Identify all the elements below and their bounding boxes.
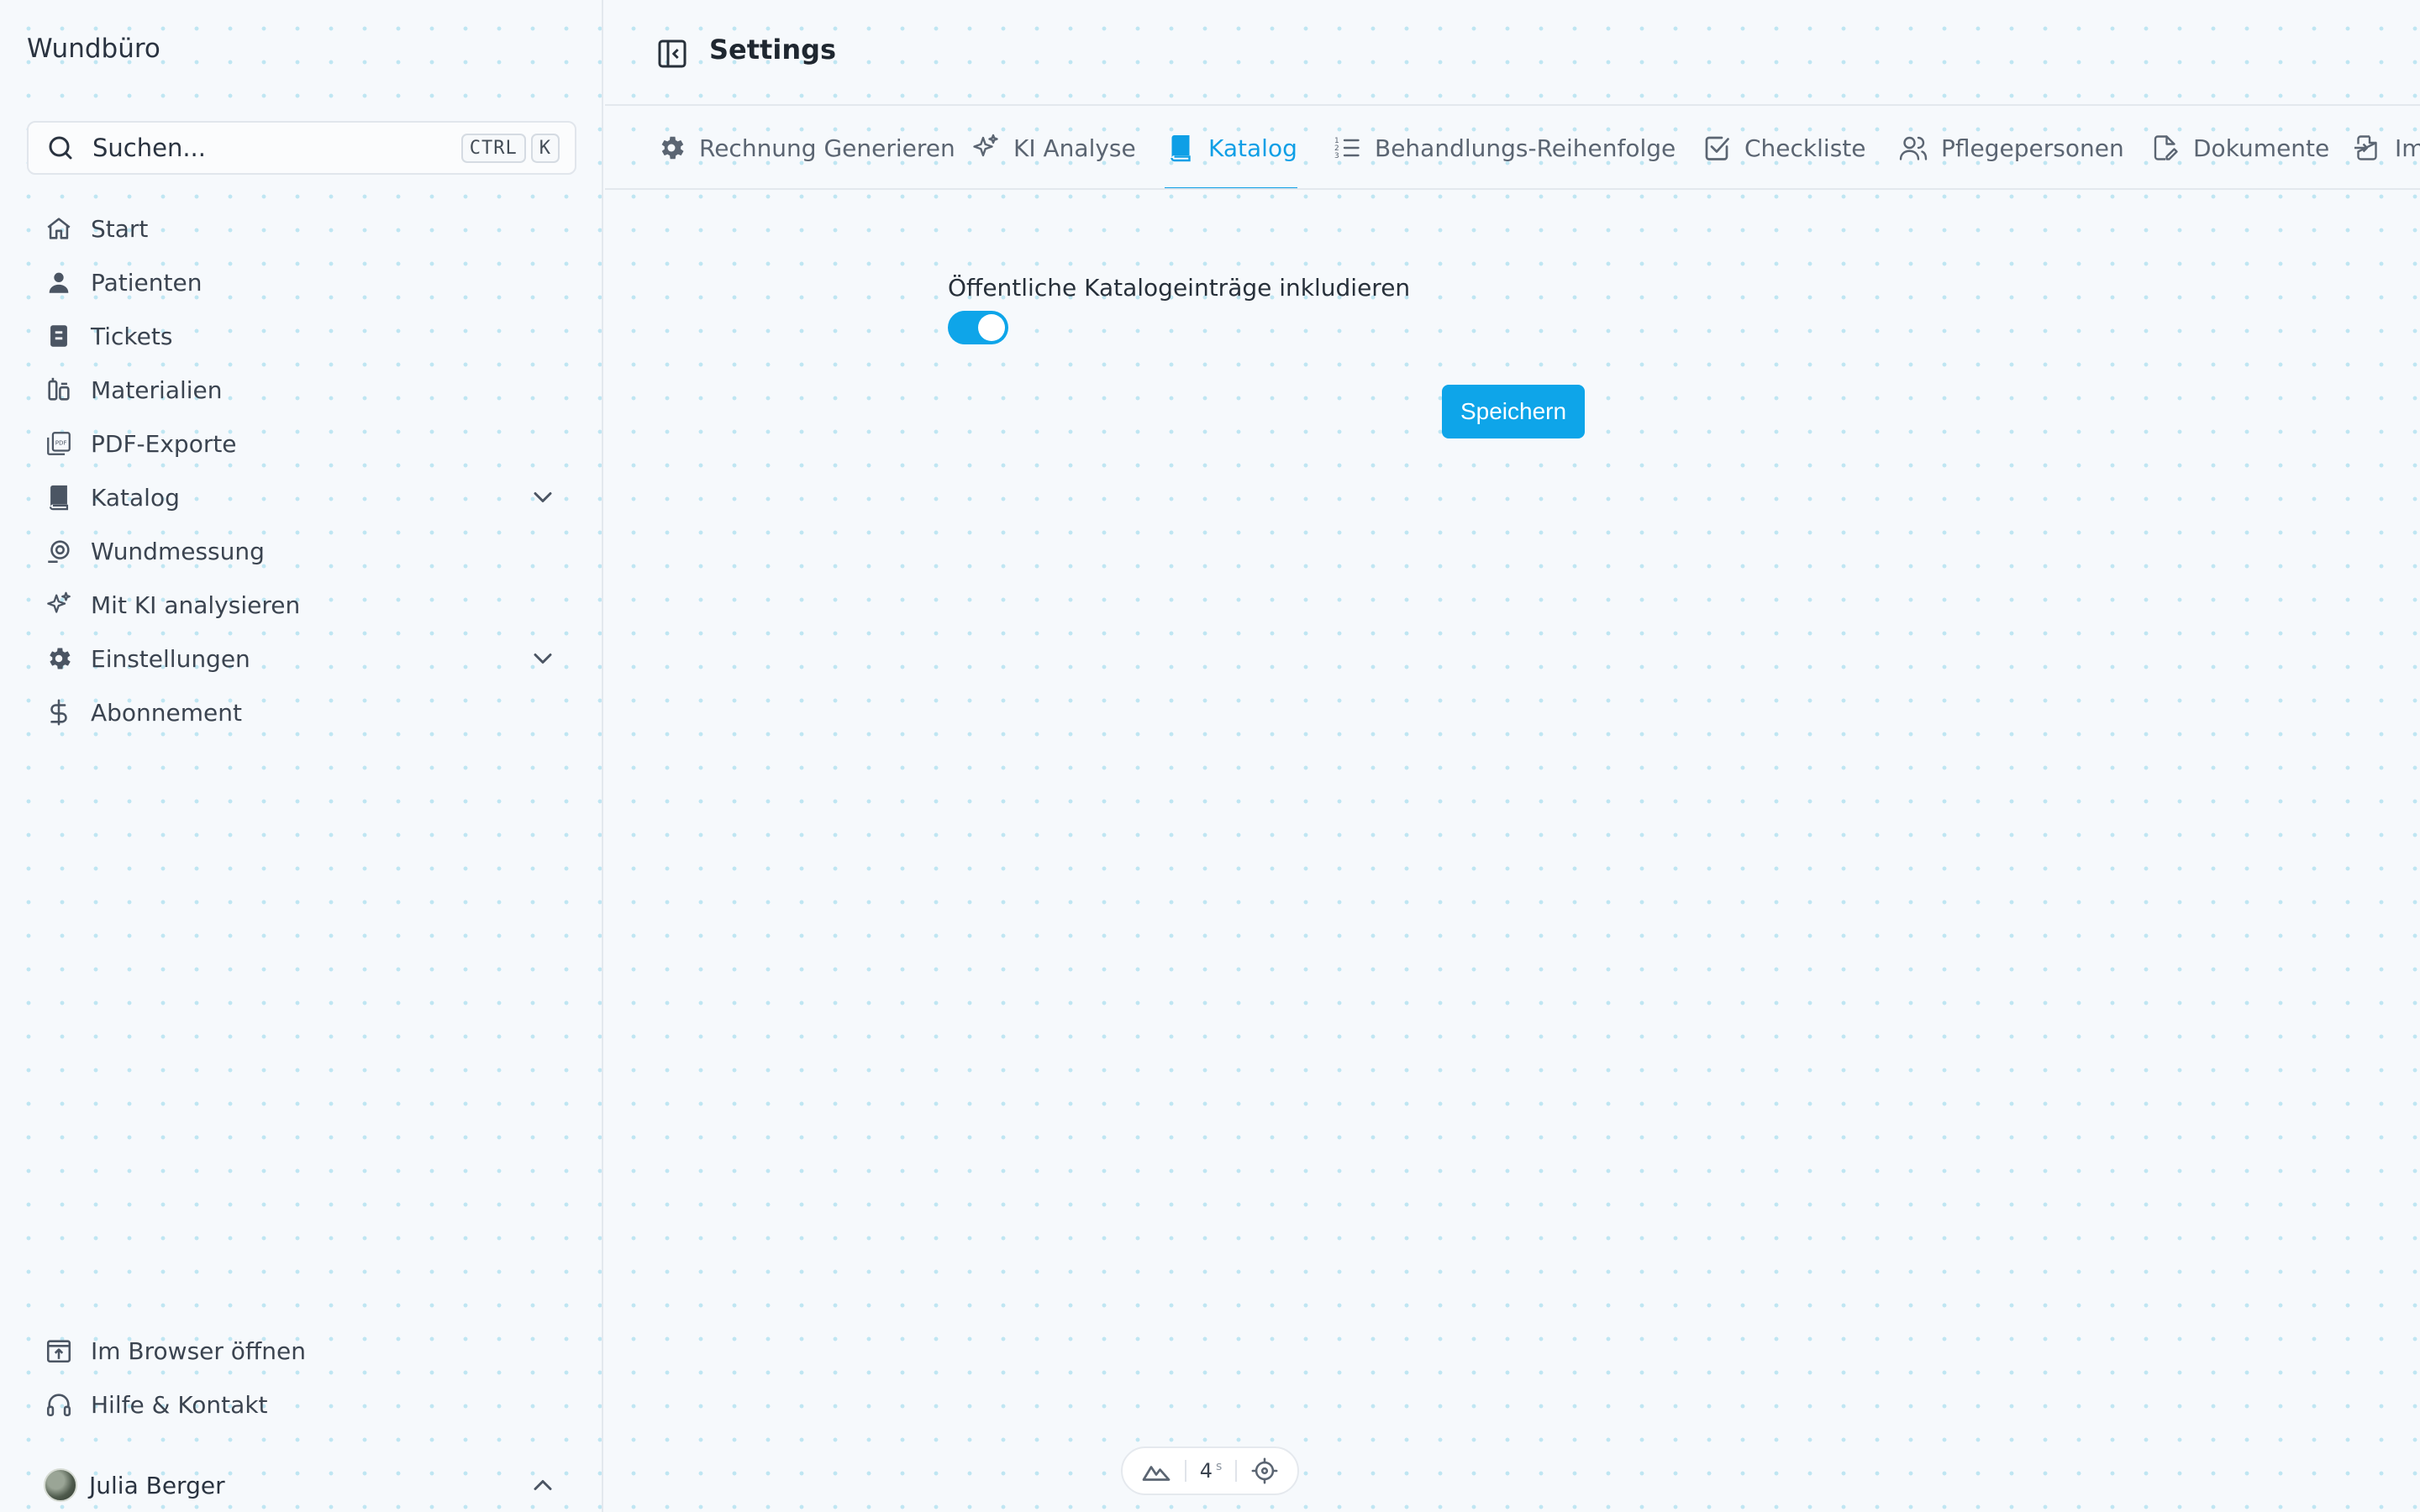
browser-open-icon (44, 1336, 74, 1366)
sidebar-item-label: Einstellungen (91, 644, 250, 673)
divider (1235, 1460, 1238, 1482)
tab-label: Dokumente (2193, 134, 2330, 162)
sidebar-item-start[interactable]: Start (27, 202, 576, 255)
toggle-label: Öffentliche Katalogeinträge inkludieren (948, 274, 1411, 302)
search-input[interactable]: Suchen... CTRL K (27, 121, 576, 175)
user-name: Julia Berger (89, 1471, 225, 1499)
settings-tabs: Rechnung Generieren KI Analyse Katalog 1… (605, 108, 2420, 190)
ticket-icon (44, 321, 74, 351)
chevron-down-icon[interactable] (528, 643, 558, 674)
sidebar-toggle-icon[interactable] (655, 37, 689, 71)
gear-icon (44, 643, 74, 674)
tab-label: Katalog (1208, 134, 1297, 162)
tab-dokumente[interactable]: Dokumente (2149, 108, 2329, 188)
svg-text:PDF: PDF (55, 438, 67, 446)
sidebar-item-label: Start (91, 214, 149, 243)
sidebar-item-label: Abonnement (91, 698, 243, 727)
sidebar-item-label: Mit KI analysieren (91, 591, 301, 619)
sidebar-item-katalog[interactable]: Katalog (27, 470, 576, 524)
tab-label: Rechnung Generieren (699, 134, 955, 162)
pdf-icon: PDF (44, 428, 74, 459)
sidebar-item-wundmessung[interactable]: Wundmessung (27, 524, 576, 578)
search-icon (45, 133, 76, 163)
sidebar-item-tickets[interactable]: Tickets (27, 309, 576, 363)
user-menu[interactable]: Julia Berger (27, 1458, 576, 1512)
headset-icon (44, 1389, 74, 1420)
sidebar-item-label: Katalog (91, 483, 180, 512)
import-icon (2351, 132, 2383, 164)
mountain-icon[interactable] (1141, 1456, 1171, 1486)
document-edit-icon (2149, 132, 2181, 164)
search-placeholder: Suchen... (92, 134, 206, 162)
sidebar-item-browser-oeffnen[interactable]: Im Browser öffnen (27, 1324, 576, 1378)
chevron-down-icon[interactable] (528, 482, 558, 512)
tab-pflegepersonen[interactable]: Pflegepersonen (1897, 108, 2124, 188)
sidebar-item-label: Wundmessung (91, 537, 265, 565)
dollar-icon (44, 697, 74, 727)
measure-icon (44, 536, 74, 566)
users-icon (1897, 132, 1929, 164)
crosshair-icon[interactable] (1250, 1457, 1279, 1485)
sidebar: Wundbüro Suchen... CTRL K Start Patiente… (0, 0, 603, 1512)
sidebar-item-hilfe-kontakt[interactable]: Hilfe & Kontakt (27, 1378, 576, 1431)
materials-icon (44, 375, 74, 405)
app-brand: Wundbüro (27, 34, 160, 64)
timer-value: 4 (1199, 1459, 1213, 1483)
save-button[interactable]: Speichern (1442, 385, 1585, 438)
tab-import[interactable]: Im (2351, 108, 2420, 188)
tab-label: Behandlungs-Reihenfolge (1375, 134, 1676, 162)
sidebar-item-ki-analysieren[interactable]: Mit KI analysieren (27, 578, 576, 632)
topbar (605, 0, 2420, 106)
list-ordered-icon: 123 (1331, 132, 1363, 164)
divider (1184, 1460, 1186, 1482)
tab-rechnung-generieren[interactable]: Rechnung Generieren (655, 108, 955, 188)
book-icon (1165, 132, 1197, 164)
sidebar-item-label: Im Browser öffnen (91, 1336, 306, 1365)
sidebar-item-label: Patienten (91, 268, 203, 297)
devtools-bar: 4s (1121, 1446, 1299, 1495)
tab-label: Pflegepersonen (1941, 134, 2124, 162)
timer-unit: s (1215, 1460, 1223, 1473)
sidebar-item-pdf-exporte[interactable]: PDF PDF-Exporte (27, 417, 576, 470)
sparkle-icon (970, 132, 1002, 164)
sidebar-nav: Start Patienten Tickets Materialien PDF … (27, 202, 576, 739)
tab-behandlungs-reihenfolge[interactable]: 123 Behandlungs-Reihenfolge (1331, 108, 1676, 188)
sidebar-item-label: Materialien (91, 375, 223, 404)
shortcut-ctrl: CTRL (460, 133, 526, 163)
shortcut-k: K (530, 133, 560, 163)
tab-ki-analyse[interactable]: KI Analyse (970, 108, 1136, 188)
sidebar-item-abonnement[interactable]: Abonnement (27, 685, 576, 739)
tab-label: Im (2395, 134, 2420, 162)
sidebar-bottom-nav: Im Browser öffnen Hilfe & Kontakt (27, 1324, 576, 1431)
timer-readout: 4s (1200, 1459, 1223, 1483)
tab-checkliste[interactable]: Checkliste (1701, 108, 1865, 188)
svg-text:3: 3 (1334, 152, 1339, 160)
sidebar-item-materialien[interactable]: Materialien (27, 363, 576, 417)
sidebar-item-label: Hilfe & Kontakt (91, 1390, 268, 1419)
user-icon (44, 267, 74, 297)
tab-katalog[interactable]: Katalog (1165, 108, 1297, 188)
checkbox-icon (1701, 132, 1733, 164)
chevron-up-icon[interactable] (528, 1470, 558, 1500)
home-icon (44, 213, 74, 244)
book-icon (44, 482, 74, 512)
page-title: Settings (709, 34, 837, 66)
sidebar-item-label: Tickets (91, 322, 173, 350)
public-catalog-toggle[interactable] (948, 311, 1008, 344)
sparkle-icon (44, 590, 74, 620)
tab-label: KI Analyse (1013, 134, 1136, 162)
sidebar-item-patienten[interactable]: Patienten (27, 255, 576, 309)
toggle-knob (978, 314, 1005, 341)
tab-label: Checkliste (1744, 134, 1866, 162)
sidebar-item-label: PDF-Exporte (91, 429, 237, 458)
avatar (44, 1468, 77, 1502)
gear-icon (655, 132, 687, 164)
sidebar-item-einstellungen[interactable]: Einstellungen (27, 632, 576, 685)
